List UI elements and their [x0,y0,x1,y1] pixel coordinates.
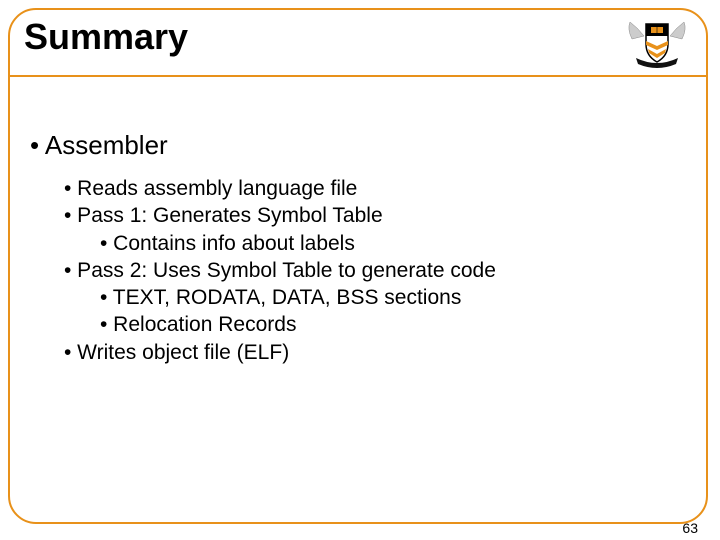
slide-title: Summary [24,16,188,58]
bullet-subitem: • TEXT, RODATA, DATA, BSS sections [100,284,670,311]
bullet-subitem: • Relocation Records [100,311,670,338]
bullet-item: • Reads assembly language file [64,175,670,202]
princeton-shield-logo [622,14,692,69]
slide-content: • Assembler • Reads assembly language fi… [30,130,670,366]
bullet-item: • Pass 2: Uses Symbol Table to generate … [64,257,670,284]
bullet-subitem: • Contains info about labels [100,230,670,257]
page-number: 63 [682,520,698,536]
bullet-lvl1: • Assembler [30,130,670,161]
bullet-list: • Reads assembly language file • Pass 1:… [30,175,670,366]
title-divider [8,75,708,77]
bullet-item: • Pass 1: Generates Symbol Table [64,202,670,229]
bullet-item: • Writes object file (ELF) [64,339,670,366]
